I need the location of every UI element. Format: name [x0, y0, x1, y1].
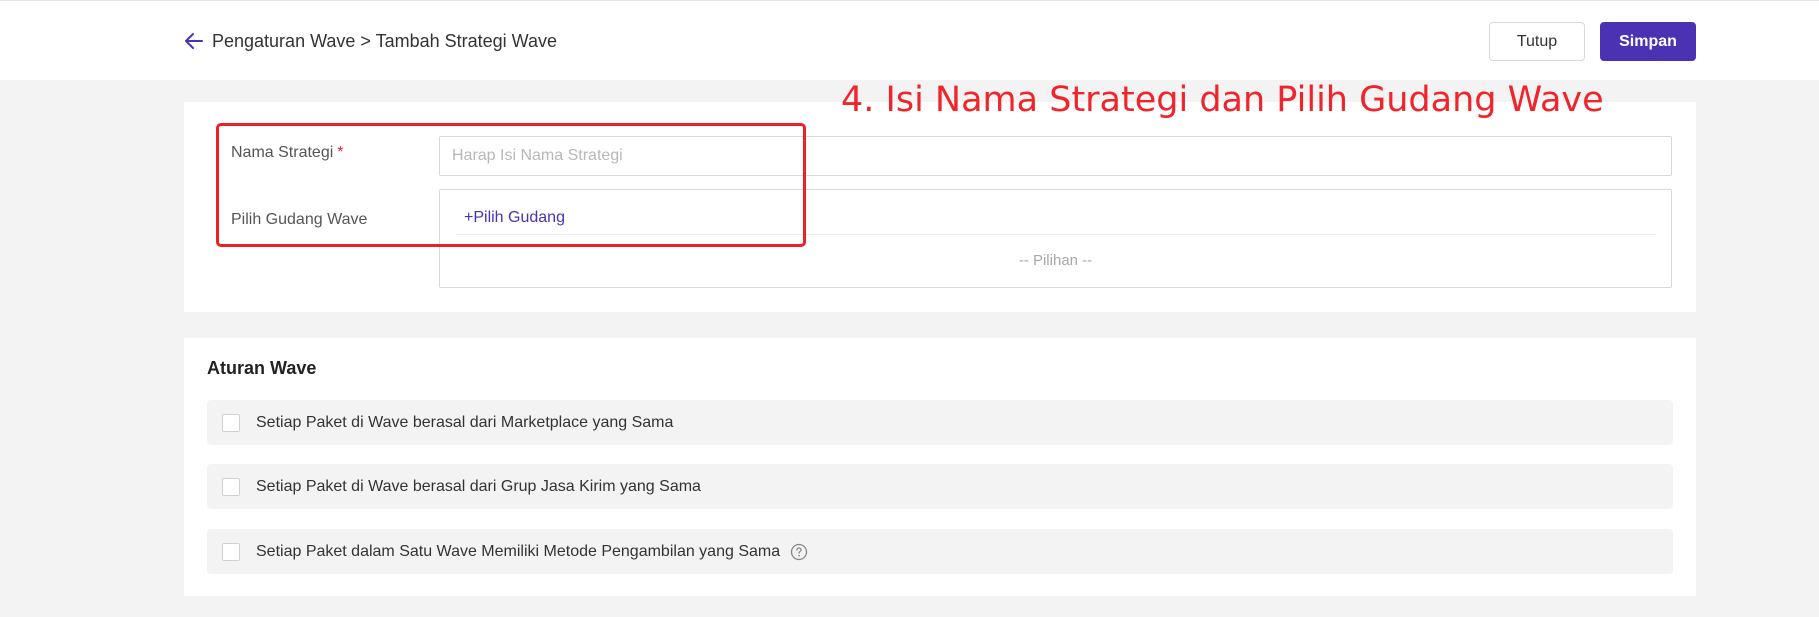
- breadcrumb: Pengaturan Wave > Tambah Strategi Wave: [182, 27, 557, 55]
- save-button[interactable]: Simpan: [1600, 22, 1696, 61]
- annotation-text: 4. Isi Nama Strategi dan Pilih Gudang Wa…: [841, 80, 1604, 120]
- rule-label: Setiap Paket dalam Satu Wave Memiliki Me…: [256, 542, 781, 560]
- rule-checkbox[interactable]: [222, 477, 240, 496]
- rule-row: Setiap Paket di Wave berasal dari Grup J…: [207, 464, 1673, 509]
- rule-row: Setiap Paket di Wave berasal dari Market…: [207, 400, 1673, 445]
- arrow-left-icon[interactable]: [182, 29, 206, 53]
- rule-row: Setiap Paket dalam Satu Wave Memiliki Me…: [207, 529, 1673, 574]
- empty-placeholder: -- Pilihan --: [1018, 252, 1093, 269]
- highlight-box: [216, 123, 806, 247]
- breadcrumb-text: Pengaturan Wave > Tambah Strategi Wave: [212, 30, 558, 51]
- question-circle-icon[interactable]: [790, 543, 808, 561]
- top-bar: Pengaturan Wave > Tambah Strategi Wave T…: [0, 0, 1819, 80]
- rule-label: Setiap Paket di Wave berasal dari Market…: [256, 413, 674, 431]
- close-button[interactable]: Tutup: [1489, 22, 1585, 61]
- section-title: Aturan Wave: [207, 358, 317, 378]
- rule-checkbox[interactable]: [222, 413, 240, 432]
- wave-rules-card: Aturan Wave Setiap Paket di Wave berasal…: [184, 338, 1696, 596]
- rule-label: Setiap Paket di Wave berasal dari Grup J…: [256, 477, 701, 495]
- rule-checkbox[interactable]: [222, 542, 240, 561]
